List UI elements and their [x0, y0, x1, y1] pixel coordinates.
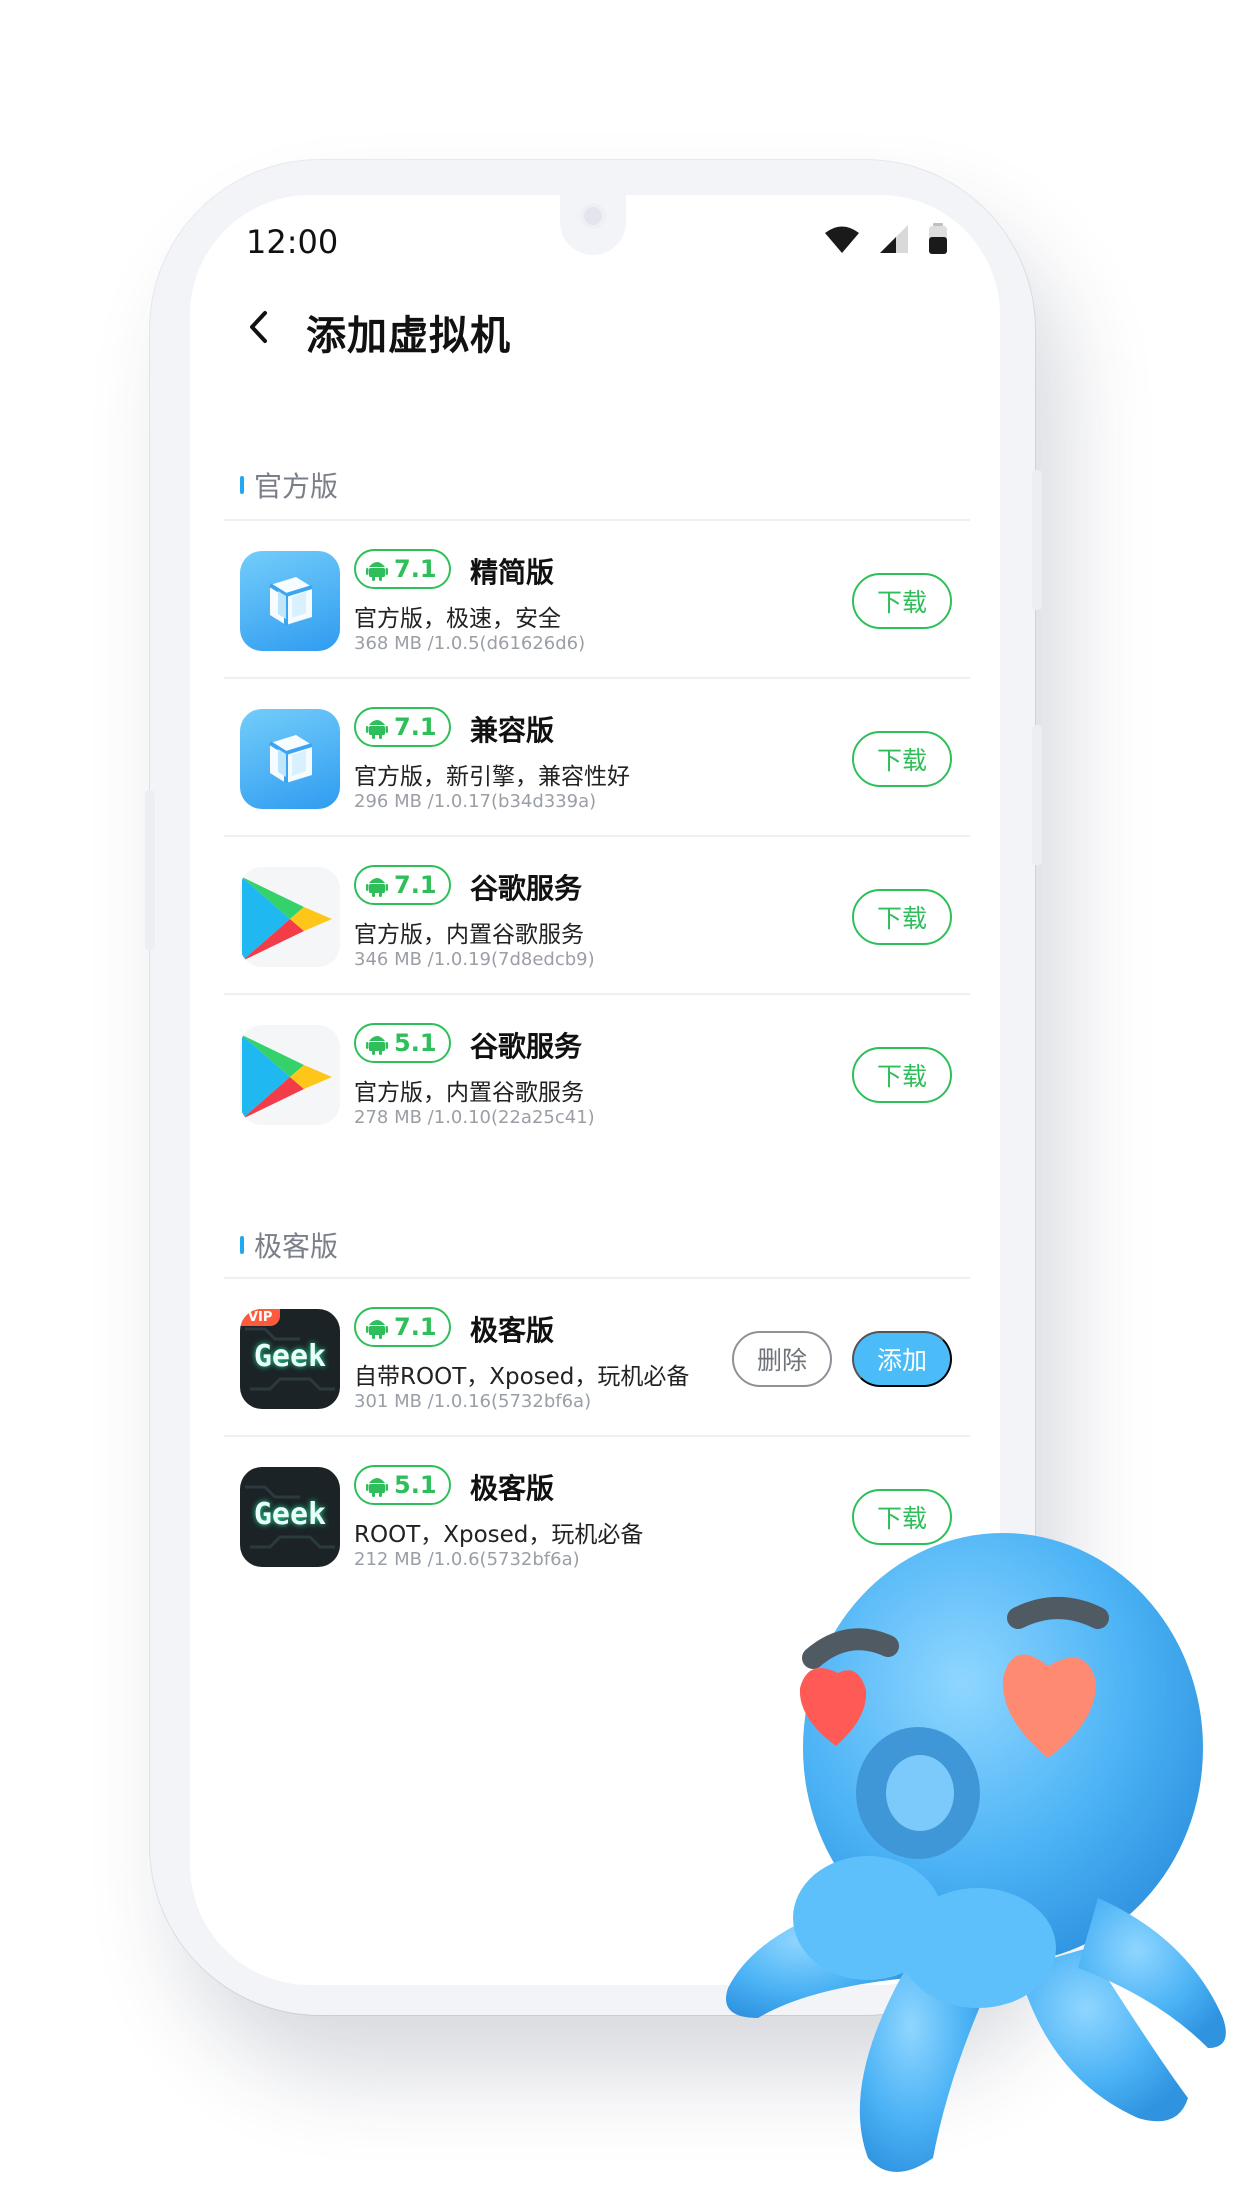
octopus-mascot-illustration: [726, 1533, 1226, 2172]
version-number: 7.1: [394, 871, 437, 899]
version-number: 5.1: [394, 1471, 437, 1499]
app-size-version: 368 MB /1.0.5(d61626d6): [354, 633, 586, 654]
app-name: 精简版: [470, 556, 555, 589]
power-button: [1032, 725, 1042, 865]
app-description: 官方版，新引擎，兼容性好: [354, 764, 630, 790]
list-item[interactable]: 7.1 兼容版 官方版，新引擎，兼容性好 296 MB /1.0.17(b34d…: [224, 679, 970, 837]
status-icons: [824, 223, 948, 255]
app-size-version: 346 MB /1.0.19(7d8edcb9): [354, 949, 595, 970]
delete-button[interactable]: 删除: [732, 1331, 832, 1387]
app-name: 极客版: [470, 1314, 555, 1347]
vmos-cube-icon: [240, 709, 340, 809]
app-size-version: 301 MB /1.0.16(5732bf6a): [354, 1391, 592, 1412]
app-description: 自带ROOT，Xposed，玩机必备: [354, 1364, 690, 1390]
list-item[interactable]: 7.1 精简版 官方版，极速，安全 368 MB /1.0.5(d61626d6…: [224, 521, 970, 679]
android-version-badge: 5.1: [354, 1465, 451, 1505]
download-button[interactable]: 下载: [852, 1047, 952, 1103]
cell-signal-icon: [880, 225, 908, 253]
section-marker: [240, 1236, 244, 1254]
vip-tag: VIP: [240, 1309, 281, 1326]
volume-button: [1032, 470, 1042, 610]
android-icon: [366, 1478, 388, 1497]
version-number: 5.1: [394, 1029, 437, 1057]
section-title: 极客版: [254, 1230, 339, 1263]
geek-icon: Geek: [240, 1467, 340, 1567]
app-size-version: 296 MB /1.0.17(b34d339a): [354, 791, 597, 812]
geek-icon: VIP Geek: [240, 1309, 340, 1409]
app-size-version: 278 MB /1.0.10(22a25c41): [354, 1107, 595, 1128]
vmos-cube-icon: [240, 551, 340, 651]
app-description: 官方版，极速，安全: [354, 606, 561, 632]
side-button-left: [145, 790, 155, 950]
front-camera: [580, 203, 606, 229]
google-play-icon: [240, 1025, 340, 1125]
app-name: 极客版: [470, 1472, 555, 1505]
android-icon: [366, 1036, 388, 1055]
download-button[interactable]: 下载: [852, 889, 952, 945]
add-button[interactable]: 添加: [852, 1331, 952, 1387]
page-title: 添加虚拟机: [306, 313, 511, 359]
version-number: 7.1: [394, 555, 437, 583]
list-item[interactable]: VIP Geek 7.1 极客版 自带ROOT，Xposed，玩机必备 301 …: [224, 1279, 970, 1437]
list-item[interactable]: 5.1 谷歌服务 官方版，内置谷歌服务 278 MB /1.0.10(22a25…: [224, 995, 970, 1153]
geek-logo-text: Geek: [253, 1497, 327, 1532]
download-button[interactable]: 下载: [852, 573, 952, 629]
notch: [560, 195, 626, 255]
android-version-badge: 5.1: [354, 1023, 451, 1063]
android-version-badge: 7.1: [354, 865, 451, 905]
app-size-version: 212 MB /1.0.6(5732bf6a): [354, 1549, 580, 1570]
app-description: 官方版，内置谷歌服务: [354, 922, 584, 948]
android-version-badge: 7.1: [354, 549, 451, 589]
section-marker: [240, 476, 244, 494]
battery-icon: [929, 223, 947, 254]
android-icon: [366, 878, 388, 897]
geek-logo-text: Geek: [253, 1339, 327, 1374]
status-time: 12:00: [246, 223, 339, 261]
version-number: 7.1: [394, 1313, 437, 1341]
app-name: 谷歌服务: [470, 872, 583, 905]
android-icon: [366, 562, 388, 581]
back-button[interactable]: [236, 305, 280, 349]
app-description: ROOT，Xposed，玩机必备: [354, 1522, 644, 1548]
wifi-icon: [825, 226, 859, 253]
app-name: 兼容版: [470, 714, 555, 747]
download-button[interactable]: 下载: [852, 731, 952, 787]
app-description: 官方版，内置谷歌服务: [354, 1080, 584, 1106]
app-name: 谷歌服务: [470, 1030, 583, 1063]
chevron-left-icon: [250, 311, 267, 343]
google-play-icon: [240, 867, 340, 967]
android-version-badge: 7.1: [354, 707, 451, 747]
section-title: 官方版: [254, 470, 339, 503]
android-version-badge: 7.1: [354, 1307, 451, 1347]
android-icon: [366, 1320, 388, 1339]
list-item[interactable]: 7.1 谷歌服务 官方版，内置谷歌服务 346 MB /1.0.19(7d8ed…: [224, 837, 970, 995]
section-header-geek: 极客版: [240, 1225, 338, 1265]
android-icon: [366, 720, 388, 739]
version-number: 7.1: [394, 713, 437, 741]
section-header-official: 官方版: [240, 465, 338, 505]
